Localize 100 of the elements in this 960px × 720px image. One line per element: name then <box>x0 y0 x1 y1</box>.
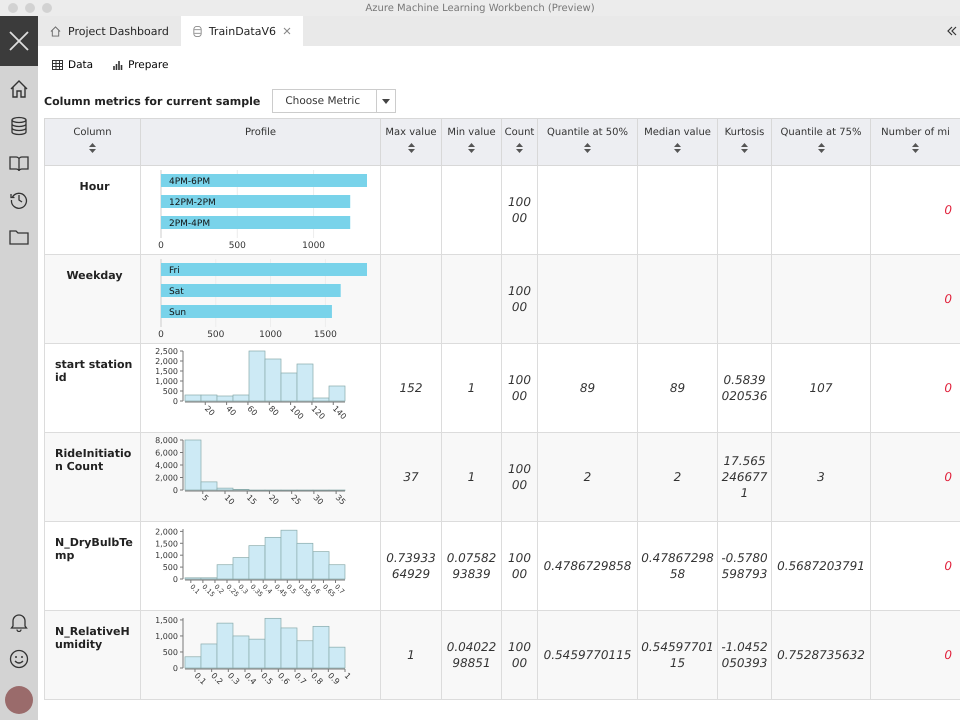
bell-icon[interactable] <box>10 612 28 632</box>
tick-label: 1,000 <box>155 632 178 641</box>
metric-value: 10000 <box>508 551 531 581</box>
tick-label: 25 <box>289 493 303 507</box>
tick-label: 10 <box>222 493 236 507</box>
home-icon <box>50 26 61 36</box>
tick-label: 140 <box>330 404 348 422</box>
tick-label: 1,500 <box>155 367 178 376</box>
metric-value: 0 <box>944 559 952 573</box>
sort-icon[interactable] <box>584 143 591 153</box>
tick-label: 0.9 <box>326 671 342 686</box>
tick-label: 1,500 <box>155 616 178 625</box>
metric-value: 152 <box>400 381 422 395</box>
bar <box>280 530 298 580</box>
tick-label: 500 <box>162 387 178 396</box>
tick-label: 1,000 <box>155 551 178 560</box>
column-header[interactable]: Quantile at 75% <box>772 118 870 166</box>
sort-icon[interactable] <box>818 143 824 153</box>
collapse-icon[interactable] <box>946 25 958 37</box>
column-header[interactable]: Max value <box>380 118 442 166</box>
column-header[interactable]: Min value <box>442 118 502 166</box>
window-title: Azure Machine Learning Workbench (Preview) <box>365 2 595 14</box>
avatar[interactable] <box>5 686 33 714</box>
metric-value: 2 <box>674 470 682 484</box>
caret-icon <box>382 98 390 104</box>
column-header[interactable]: Median value <box>638 118 718 166</box>
column-header[interactable]: Count <box>502 118 538 166</box>
bar-label: 4PM-6PM <box>169 177 210 187</box>
smiley-icon[interactable] <box>9 649 29 669</box>
column-header[interactable]: Number of mi <box>870 118 960 166</box>
sort-icon[interactable] <box>468 143 475 153</box>
toolbar-button[interactable]: Prepare <box>107 55 174 75</box>
tab[interactable]: TrainDataV6 <box>180 16 303 46</box>
tick-label: 0 <box>172 575 178 584</box>
metric-value: 10000 <box>508 195 531 225</box>
metric-value: 0.5687203791 <box>777 559 865 573</box>
metric-value: 0 <box>944 203 952 217</box>
tick-label: 0 <box>158 241 164 251</box>
tick-label: 20 <box>267 493 281 507</box>
column-header[interactable]: Profile <box>140 118 380 166</box>
metric-value: 1 <box>468 470 476 484</box>
metric-value: 0 <box>944 381 952 395</box>
y-axis <box>180 618 184 668</box>
bar-label: 2PM-4PM <box>169 219 210 229</box>
tick-label: 60 <box>246 404 260 418</box>
tick-label: 6,000 <box>155 448 178 458</box>
metric-value: 89 <box>580 381 596 395</box>
sort-icon[interactable] <box>912 143 919 153</box>
tick-label: 0.7 <box>292 671 308 686</box>
column-name: Weekday <box>44 254 140 344</box>
bar-chart-icon <box>113 60 124 70</box>
toolbar-button[interactable]: Data <box>46 55 100 75</box>
metric-value: 0 <box>944 292 952 306</box>
tick-label: 1500 <box>314 330 337 340</box>
tick-label: 4,000 <box>155 461 178 470</box>
bar-label: Sat <box>169 287 184 297</box>
bar <box>232 636 250 668</box>
column-header[interactable]: Kurtosis <box>718 118 772 166</box>
metric-value: 10000 <box>508 462 531 492</box>
tick-label: 0.6 <box>276 671 292 686</box>
tick-label: 20 <box>202 404 216 418</box>
tick-label: 0 <box>172 397 178 406</box>
column-header[interactable]: Column <box>44 118 140 166</box>
sort-icon[interactable] <box>741 143 748 153</box>
metric-value: -1.0452050393 <box>721 640 768 670</box>
tick-label: 5 <box>200 493 210 504</box>
metric-value: 0.5459770115 <box>544 648 632 662</box>
logo-tile[interactable] <box>0 16 38 66</box>
tick-label: 0.1 <box>192 671 208 686</box>
tick-label: 35 <box>334 493 348 507</box>
tick-label: 100 <box>288 404 306 422</box>
metric-value: 10000 <box>508 640 531 670</box>
column-header[interactable]: Quantile at 50% <box>538 118 638 166</box>
sort-icon[interactable] <box>89 143 96 153</box>
home-icon[interactable] <box>9 79 29 99</box>
tick-label: 8,000 <box>155 436 178 445</box>
metric-value: 10000 <box>508 284 531 314</box>
tick-label: 500 <box>207 330 224 340</box>
tick-label: 2,000 <box>155 527 178 536</box>
metric-value: -0.5780598793 <box>721 551 768 581</box>
tick-label: 0.5 <box>259 671 275 686</box>
tick-label: 1000 <box>259 330 282 340</box>
metric-value: 0.4786729858 <box>544 559 632 573</box>
metric-value: 0.5459770115 <box>641 640 714 670</box>
sort-icon[interactable] <box>408 143 414 153</box>
sort-icon[interactable] <box>516 143 523 153</box>
metric-value: 107 <box>810 381 832 395</box>
metric-dropdown[interactable]: Choose Metric <box>272 89 396 113</box>
close-icon[interactable] <box>283 27 291 35</box>
y-axis <box>180 528 184 580</box>
y-axis <box>180 350 184 402</box>
database-icon[interactable] <box>9 116 29 136</box>
tick-label: 1000 <box>302 241 326 251</box>
bar-label: Sun <box>169 308 186 318</box>
metric-value: 1 <box>468 381 476 395</box>
sort-icon[interactable] <box>674 143 681 153</box>
history-icon[interactable] <box>9 190 29 210</box>
bar <box>296 542 314 580</box>
tick-label: 2,500 <box>155 347 178 356</box>
column-name: RideInitiation Count <box>44 432 140 522</box>
